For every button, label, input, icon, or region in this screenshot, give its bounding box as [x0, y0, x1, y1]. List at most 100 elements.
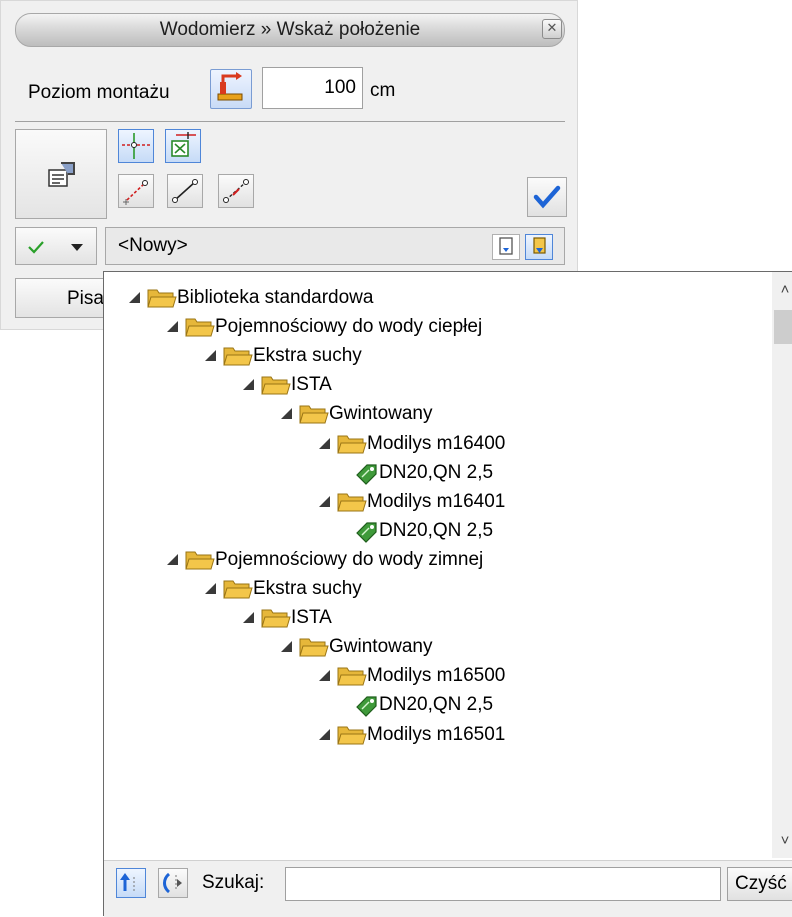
properties-icon	[48, 162, 75, 187]
tree-node-label: Gwintowany	[329, 403, 433, 424]
expand-triangle-icon[interactable]	[319, 729, 330, 740]
tree-folder-node[interactable]: Modilys m16401	[104, 487, 764, 517]
chevron-down-icon	[71, 244, 83, 251]
expand-triangle-icon[interactable]	[281, 408, 292, 419]
catalog-tree: Biblioteka standardowa Pojemnościowy do w…	[104, 272, 772, 860]
search-label: Szukaj:	[202, 872, 265, 893]
collapse-all-button[interactable]	[158, 868, 188, 898]
scroll-thumb[interactable]	[774, 310, 792, 344]
expand-triangle-icon[interactable]	[243, 379, 254, 390]
level-pick-icon	[217, 72, 243, 101]
tag-icon	[356, 522, 377, 543]
window-title: Wodomierz » Wskaż położenie	[159, 19, 421, 40]
tree-folder-node[interactable]: Biblioteka standardowa	[104, 283, 764, 313]
tree-folder-node[interactable]: Gwintowany	[104, 632, 764, 662]
tree-item-node[interactable]: DN20,QN 2,5	[104, 690, 764, 720]
copy-icon	[499, 237, 513, 255]
folder-open-icon	[337, 726, 367, 745]
tree-folder-node[interactable]: Ekstra suchy	[104, 341, 764, 371]
tree-node-label: ISTA	[291, 374, 332, 395]
line-start-button[interactable]	[118, 174, 154, 208]
catalog-dropdown: Biblioteka standardowa Pojemnościowy do w…	[103, 271, 792, 917]
clear-button[interactable]: Czyść	[727, 867, 792, 901]
filter-dropdown-button[interactable]	[15, 227, 97, 265]
expand-triangle-icon[interactable]	[319, 496, 330, 507]
expand-triangle-icon[interactable]	[205, 583, 216, 594]
tree-folder-node[interactable]: Modilys m16500	[104, 661, 764, 691]
expand-all-icon	[120, 873, 135, 891]
tree-folder-node[interactable]: ISTA	[104, 370, 764, 400]
tree-node-label: Biblioteka standardowa	[177, 287, 374, 308]
expand-all-button[interactable]	[116, 868, 146, 898]
line-two-points-icon	[172, 179, 198, 203]
point-snap-button[interactable]	[165, 129, 201, 163]
expand-triangle-icon[interactable]	[129, 292, 140, 303]
level-input[interactable]: 100	[262, 67, 363, 109]
action-button-label: Pisa	[67, 288, 104, 309]
expand-triangle-icon[interactable]	[281, 641, 292, 652]
tree-node-label: DN20,QN 2,5	[379, 694, 494, 715]
action-button[interactable]: Pisa	[15, 278, 105, 318]
folder-open-icon	[337, 667, 367, 686]
divider	[15, 121, 565, 122]
tree-folder-node[interactable]: Gwintowany	[104, 399, 764, 429]
expand-triangle-icon[interactable]	[205, 350, 216, 361]
folder-open-icon	[261, 376, 291, 395]
vertical-scrollbar[interactable]: ˄ ˅	[772, 272, 792, 858]
tree-node-label: Ekstra suchy	[253, 345, 362, 366]
folder-open-icon	[299, 638, 329, 657]
expand-triangle-icon[interactable]	[319, 438, 330, 449]
level-label: Poziom montażu	[28, 82, 170, 103]
title-bar[interactable]: Wodomierz » Wskaż położenie ✕	[15, 13, 565, 47]
checkmark-icon	[533, 185, 561, 209]
scroll-down-icon[interactable]: ˅	[772, 824, 792, 858]
copy-button[interactable]	[492, 234, 520, 260]
expand-triangle-icon[interactable]	[167, 554, 178, 565]
combo-value: <Nowy>	[118, 235, 188, 256]
tree-folder-node[interactable]: Modilys m16501	[104, 720, 764, 750]
tree-folder-node[interactable]: Modilys m16400	[104, 429, 764, 459]
catalog-combo[interactable]: <Nowy>	[105, 227, 565, 265]
tag-icon	[356, 696, 377, 717]
tree-folder-node[interactable]: Ekstra suchy	[104, 574, 764, 604]
tree-node-label: Modilys m16400	[367, 433, 506, 454]
close-button[interactable]: ✕	[542, 19, 562, 39]
tree-node-label: Modilys m16500	[367, 665, 506, 686]
expand-triangle-icon[interactable]	[319, 670, 330, 681]
level-unit-label: cm	[370, 80, 396, 101]
tree-node-label: Modilys m16501	[367, 724, 506, 745]
expand-triangle-icon[interactable]	[167, 321, 178, 332]
pick-level-button[interactable]	[210, 69, 252, 109]
tree-node-label: DN20,QN 2,5	[379, 520, 494, 541]
folder-open-icon	[185, 318, 215, 337]
tree-item-node[interactable]: DN20,QN 2,5	[104, 458, 764, 488]
library-icon	[533, 237, 546, 254]
close-icon: ✕	[546, 20, 558, 35]
library-button[interactable]	[525, 234, 553, 260]
tree-node-label: Gwintowany	[329, 636, 433, 657]
tree-folder-node[interactable]: Pojemnościowy do wody zimnej	[104, 545, 764, 575]
folder-open-icon	[261, 609, 291, 628]
point-insert-icon	[122, 133, 150, 159]
line-two-points-button[interactable]	[167, 174, 203, 208]
tree-item-node[interactable]: DN20,QN 2,5	[104, 516, 764, 546]
properties-button[interactable]	[15, 129, 107, 219]
line-start-icon	[123, 180, 148, 205]
point-insert-button[interactable]	[118, 129, 154, 163]
tree-node-label: DN20,QN 2,5	[379, 462, 494, 483]
tag-icon	[356, 464, 377, 485]
search-input[interactable]	[285, 867, 721, 901]
folder-open-icon	[299, 405, 329, 424]
folder-open-icon	[185, 551, 215, 570]
folder-open-icon	[223, 580, 253, 599]
point-snap-icon	[171, 132, 196, 157]
folder-open-icon	[337, 435, 367, 454]
tree-node-label: Pojemnościowy do wody zimnej	[215, 549, 484, 570]
scroll-up-icon[interactable]: ˄	[772, 272, 792, 308]
confirm-button[interactable]	[527, 177, 567, 217]
tree-folder-node[interactable]: ISTA	[104, 603, 764, 633]
line-midpoint-button[interactable]	[218, 174, 254, 208]
folder-open-icon	[337, 493, 367, 512]
tree-folder-node[interactable]: Pojemnościowy do wody ciepłej	[104, 312, 764, 342]
expand-triangle-icon[interactable]	[243, 612, 254, 623]
